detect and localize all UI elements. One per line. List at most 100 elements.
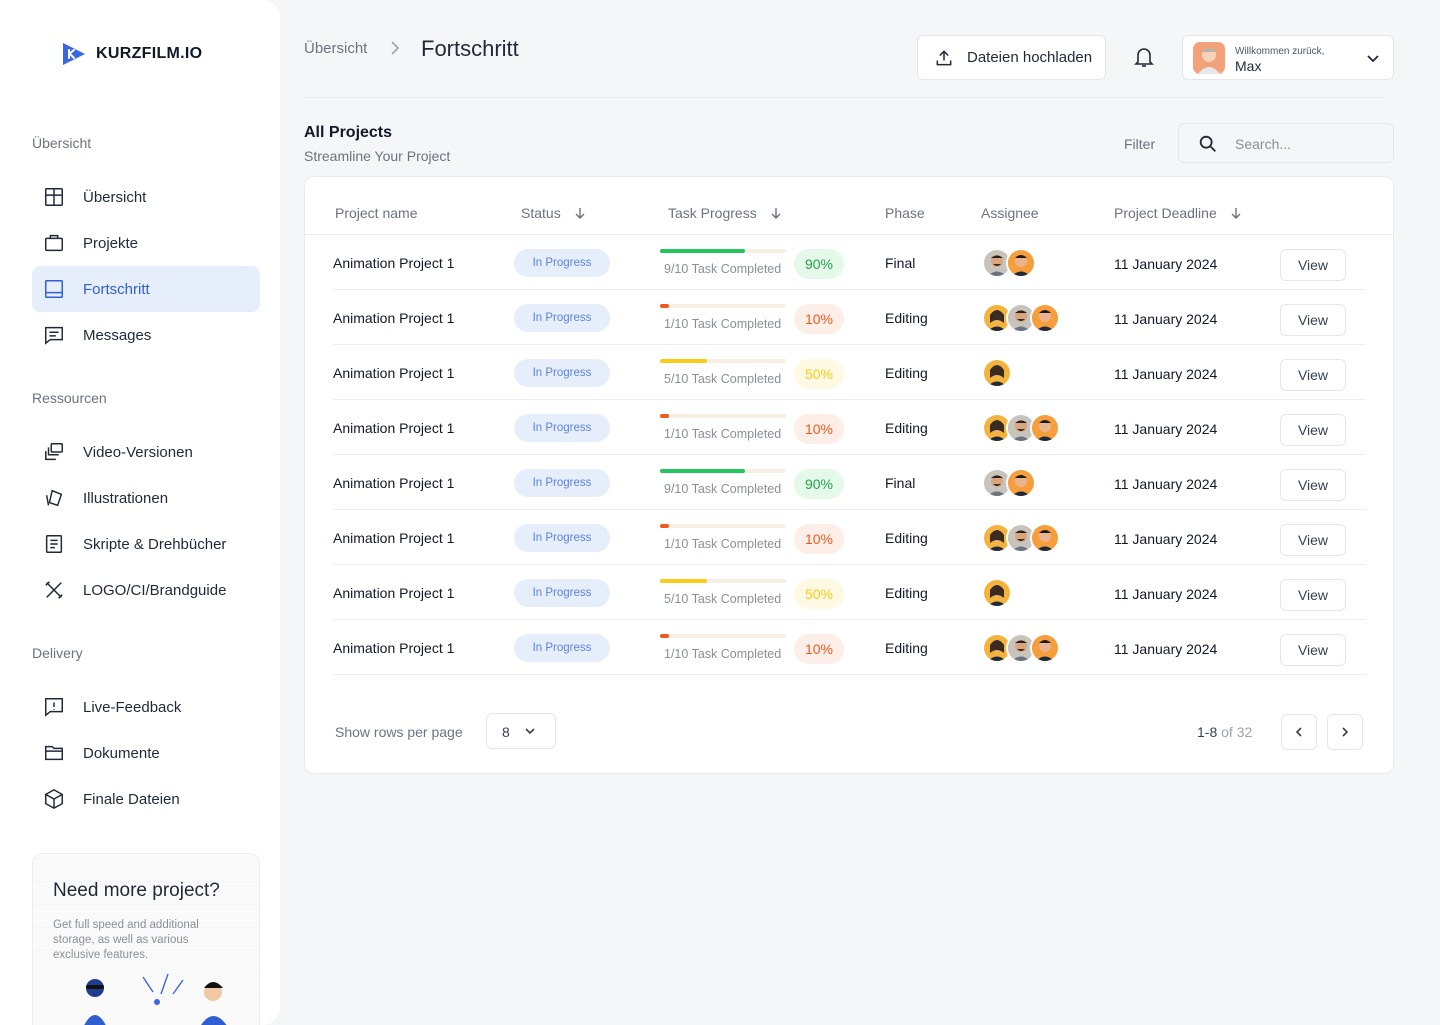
assignee-avatars[interactable] bbox=[982, 468, 1036, 498]
project-name: Animation Project 1 bbox=[333, 420, 455, 436]
sidebar-item-logo-brandguide[interactable]: LOGO/CI/Brandguide bbox=[32, 567, 260, 613]
assignee-avatars[interactable] bbox=[982, 523, 1060, 553]
assignee-avatars[interactable] bbox=[982, 633, 1060, 663]
table-row[interactable]: Animation Project 1 In Progress 5/10 Task … bbox=[333, 565, 1366, 620]
sidebar-item-live-feedback[interactable]: Live-Feedback bbox=[32, 684, 260, 730]
progress-fill bbox=[660, 524, 670, 528]
upload-files-button[interactable]: Dateien hochladen bbox=[917, 35, 1106, 80]
sidebar-item-label: Übersicht bbox=[83, 188, 147, 206]
rows-per-page-label: Show rows per page bbox=[335, 724, 463, 740]
col-header-phase[interactable]: Phase bbox=[885, 205, 925, 221]
nav-section-overview: Übersicht bbox=[32, 135, 92, 151]
status-badge: In Progress bbox=[514, 469, 610, 497]
sidebar-item-finale-dateien[interactable]: Finale Dateien bbox=[32, 776, 260, 822]
progress-fill bbox=[660, 579, 708, 583]
table-row[interactable]: Animation Project 1 In Progress 1/10 Task … bbox=[333, 400, 1366, 455]
sidebar-item-uebersicht[interactable]: Übersicht bbox=[32, 174, 260, 220]
project-name: Animation Project 1 bbox=[333, 310, 455, 326]
header-divider bbox=[304, 97, 1384, 98]
sidebar-item-label: Live-Feedback bbox=[83, 698, 182, 716]
view-button[interactable]: View bbox=[1280, 524, 1346, 556]
view-button[interactable]: View bbox=[1280, 634, 1346, 666]
sidebar-item-label: Projekte bbox=[83, 234, 139, 252]
task-progress-text: 1/10 Task Completed bbox=[664, 647, 782, 661]
sidebar-item-label: Finale Dateien bbox=[83, 790, 180, 808]
sidebar-item-illustrationen[interactable]: Illustrationen bbox=[32, 475, 260, 521]
col-header-progress[interactable]: Task Progress bbox=[668, 205, 783, 221]
progress-fill bbox=[660, 359, 708, 363]
user-menu[interactable]: Willkommen zurück, Max bbox=[1182, 35, 1394, 80]
next-page-button[interactable] bbox=[1327, 714, 1363, 750]
task-progress-bar bbox=[660, 304, 786, 308]
promo-text: Get full speed and additional storage, a… bbox=[53, 919, 199, 961]
avatar bbox=[1030, 633, 1060, 663]
status-badge: In Progress bbox=[514, 249, 610, 277]
bell-icon[interactable] bbox=[1132, 44, 1156, 70]
sidebar-item-video-versionen[interactable]: Video-Versionen bbox=[32, 429, 260, 475]
assignee-avatars[interactable] bbox=[982, 578, 1012, 608]
sort-arrow-icon bbox=[1231, 208, 1241, 219]
tools-icon bbox=[45, 581, 63, 599]
view-button[interactable]: View bbox=[1280, 304, 1346, 336]
avatar bbox=[1193, 42, 1225, 74]
search-icon bbox=[1199, 135, 1216, 152]
col-header-name[interactable]: Project name bbox=[335, 205, 417, 221]
brand-logo[interactable]: KURZFILM.IO bbox=[60, 40, 202, 68]
progress-percent-badge: 50% bbox=[794, 579, 844, 609]
phase-label: Editing bbox=[885, 585, 928, 601]
sidebar-item-label: Messages bbox=[83, 326, 152, 344]
view-button[interactable]: View bbox=[1280, 414, 1346, 446]
avatar bbox=[1006, 468, 1036, 498]
table-row[interactable]: Animation Project 1 In Progress 5/10 Task … bbox=[333, 345, 1366, 400]
phase-label: Final bbox=[885, 475, 916, 491]
view-button[interactable]: View bbox=[1280, 359, 1346, 391]
user-name: Max bbox=[1235, 58, 1262, 74]
projects-title: All Projects bbox=[304, 124, 393, 141]
task-progress-bar bbox=[660, 524, 786, 528]
assignee-avatars[interactable] bbox=[982, 413, 1060, 443]
progress-fill bbox=[660, 469, 746, 473]
sidebar-item-skripte[interactable]: Skripte & Drehbücher bbox=[32, 521, 260, 567]
search-input[interactable] bbox=[1235, 132, 1385, 156]
status-badge: In Progress bbox=[514, 634, 610, 662]
project-name: Animation Project 1 bbox=[333, 640, 455, 656]
task-progress-text: 9/10 Task Completed bbox=[664, 262, 782, 276]
status-badge: In Progress bbox=[514, 524, 610, 552]
table-row[interactable]: Animation Project 1 In Progress 1/10 Task … bbox=[333, 290, 1366, 345]
col-header-deadline[interactable]: Project Deadline bbox=[1114, 205, 1243, 221]
rows-per-page-select[interactable]: 8 bbox=[486, 713, 556, 749]
illustration-icon bbox=[45, 489, 63, 507]
user-welcome-text: Willkommen zurück, bbox=[1235, 46, 1325, 57]
col-header-status[interactable]: Status bbox=[521, 205, 587, 221]
col-header-assignee[interactable]: Assignee bbox=[981, 205, 1039, 221]
prev-page-button[interactable] bbox=[1281, 714, 1317, 750]
table-row[interactable]: Animation Project 1 In Progress 9/10 Task … bbox=[333, 235, 1366, 290]
upgrade-promo-card[interactable]: Need more project? Get full speed and ad… bbox=[32, 853, 260, 1025]
assignee-avatars[interactable] bbox=[982, 248, 1036, 278]
task-progress-bar bbox=[660, 469, 786, 473]
breadcrumb-root[interactable]: Übersicht bbox=[304, 40, 367, 57]
table-row[interactable]: Animation Project 1 In Progress 1/10 Task … bbox=[333, 620, 1366, 675]
sidebar-item-projekte[interactable]: Projekte bbox=[32, 220, 260, 266]
assignee-avatars[interactable] bbox=[982, 358, 1012, 388]
view-button[interactable]: View bbox=[1280, 579, 1346, 611]
nav-section-delivery: Delivery bbox=[32, 645, 83, 661]
sidebar-item-label: Fortschritt bbox=[83, 280, 150, 298]
assignee-avatars[interactable] bbox=[982, 303, 1060, 333]
sidebar-item-fortschritt[interactable]: Fortschritt bbox=[32, 266, 260, 312]
filter-button[interactable]: Filter bbox=[1124, 136, 1155, 152]
sidebar: KURZFILM.IO Übersicht Übersicht Projekte… bbox=[0, 0, 280, 1025]
search-box bbox=[1178, 123, 1394, 163]
sort-arrow-icon bbox=[575, 208, 585, 219]
col-header-label: Assignee bbox=[981, 205, 1039, 221]
progress-icon bbox=[45, 280, 63, 298]
view-button[interactable]: View bbox=[1280, 469, 1346, 501]
chevron-down-icon bbox=[525, 728, 535, 735]
sidebar-item-dokumente[interactable]: Dokumente bbox=[32, 730, 260, 776]
deadline-date: 11 January 2024 bbox=[1114, 366, 1218, 382]
nav-section-resources: Ressourcen bbox=[32, 390, 107, 406]
sidebar-item-messages[interactable]: Messages bbox=[32, 312, 260, 358]
table-row[interactable]: Animation Project 1 In Progress 9/10 Task … bbox=[333, 455, 1366, 510]
view-button[interactable]: View bbox=[1280, 249, 1346, 281]
table-row[interactable]: Animation Project 1 In Progress 1/10 Task … bbox=[333, 510, 1366, 565]
